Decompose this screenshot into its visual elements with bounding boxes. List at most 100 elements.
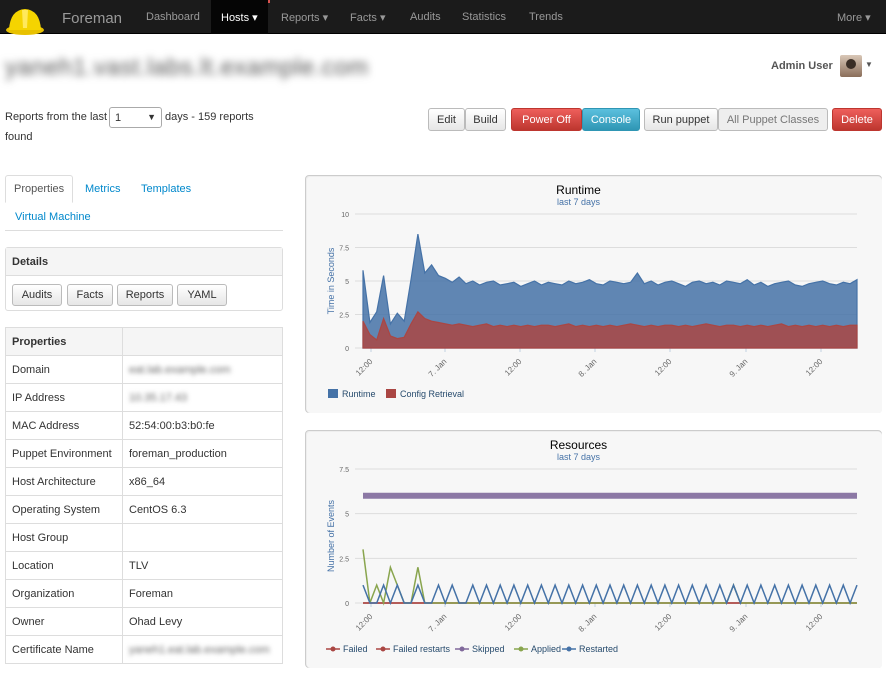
resources-chart-panel: Resources last 7 days 0 2.5 5 7.5 Number of Ev… xyxy=(305,430,882,668)
property-row: Puppet Environment foreman_production xyxy=(5,439,283,468)
property-row: IP Address 10.35.17.43 xyxy=(5,383,283,412)
property-row: Certificate Name yaneh1.eat.lab.example.c… xyxy=(5,635,283,664)
user-menu-name[interactable]: Admin User xyxy=(771,60,833,72)
property-row: Host Architecture x86_64 xyxy=(5,467,283,496)
tab-metrics[interactable]: Metrics xyxy=(85,183,120,195)
all-puppet-classes-button[interactable]: All Puppet Classes xyxy=(718,108,828,131)
property-key: Location xyxy=(5,551,123,580)
nav-hosts[interactable]: Hosts ▾ xyxy=(211,0,268,34)
power-off-button[interactable]: Power Off xyxy=(511,108,582,131)
property-value: Foreman xyxy=(122,579,283,608)
facts-button[interactable]: Facts xyxy=(67,284,113,306)
y-tick-label: 2.5 xyxy=(339,313,349,320)
chart-background xyxy=(307,432,882,668)
chart-subtitle: last 7 days xyxy=(557,197,601,207)
property-row: Owner Ohad Levy xyxy=(5,607,283,636)
nav-more[interactable]: More ▾ xyxy=(837,11,871,24)
runtime-chart-panel: Runtime last 7 days 0 2.5 5 7.5 10 Time in Seco… xyxy=(305,175,882,413)
property-row: Organization Foreman xyxy=(5,579,283,608)
tab-templates[interactable]: Templates xyxy=(141,183,191,195)
property-key: Owner xyxy=(5,607,123,636)
y-tick-label: 2.5 xyxy=(339,556,349,563)
property-value: CentOS 6.3 xyxy=(122,495,283,524)
y-tick-label: 5 xyxy=(345,279,349,286)
y-tick-label: 10 xyxy=(341,212,349,219)
legend-label: Failed xyxy=(343,644,368,654)
property-value: 52:54:00:b3:b0:fe xyxy=(122,411,283,440)
legend-label: Failed restarts xyxy=(393,644,451,654)
reports-days-select[interactable]: 1 ▼ xyxy=(109,107,162,128)
legend-marker xyxy=(459,646,465,652)
property-key: Certificate Name xyxy=(5,635,123,664)
nav-facts[interactable]: Facts ▾ xyxy=(350,11,385,24)
property-value xyxy=(122,523,283,552)
edit-button[interactable]: Edit xyxy=(428,108,465,131)
reports-found-label: found xyxy=(5,131,33,143)
select-caret-icon: ▼ xyxy=(147,112,156,122)
y-tick-label: 0 xyxy=(345,346,349,353)
user-menu-caret-icon[interactable]: ▼ xyxy=(865,60,873,69)
build-button[interactable]: Build xyxy=(465,108,506,131)
yaml-button[interactable]: YAML xyxy=(177,284,227,306)
chart-subtitle: last 7 days xyxy=(557,452,601,462)
legend-marker xyxy=(518,646,524,652)
property-row: Host Group xyxy=(5,523,283,552)
legend-label: Config Retrieval xyxy=(400,389,464,399)
runtime-chart: Runtimelast 7 days02.557.510Time in Seco… xyxy=(307,177,882,413)
chart-title: Runtime xyxy=(556,183,601,197)
nav-reports[interactable]: Reports ▾ xyxy=(281,11,328,24)
property-key: Domain xyxy=(5,355,123,384)
property-value: Ohad Levy xyxy=(122,607,283,636)
legend-label: Skipped xyxy=(472,644,505,654)
chart-title: Resources xyxy=(550,438,607,452)
tab-properties[interactable]: Properties xyxy=(5,175,74,203)
top-navbar: Foreman Dashboard Hosts ▾ Reports ▾ Fact… xyxy=(0,0,886,36)
legend-marker xyxy=(566,646,572,652)
audits-button[interactable]: Audits xyxy=(12,284,62,306)
reports-label: Reports from the last xyxy=(5,111,108,123)
reports-button[interactable]: Reports xyxy=(117,284,173,306)
properties-header-row: Properties xyxy=(5,327,283,356)
console-button[interactable]: Console xyxy=(582,108,640,131)
property-key: Operating System xyxy=(5,495,123,524)
y-tick-label: 7.5 xyxy=(339,246,349,253)
avatar[interactable] xyxy=(840,55,862,77)
y-tick-label: 7.5 xyxy=(339,467,349,474)
brand-name[interactable]: Foreman xyxy=(62,10,122,27)
properties-header-empty xyxy=(122,327,283,356)
tab-virtual-machine[interactable]: Virtual Machine xyxy=(15,211,91,223)
property-key: Host Group xyxy=(5,523,123,552)
nav-trends[interactable]: Trends xyxy=(529,11,563,23)
run-puppet-button[interactable]: Run puppet xyxy=(644,108,718,131)
property-value: foreman_production xyxy=(122,439,283,468)
property-key: Host Architecture xyxy=(5,467,123,496)
legend-label: Restarted xyxy=(579,644,618,654)
y-axis-label: Number of Events xyxy=(326,499,336,572)
property-row: MAC Address 52:54:00:b3:b0:fe xyxy=(5,411,283,440)
legend-marker xyxy=(330,646,336,652)
property-value: yaneh1.eat.lab.example.com xyxy=(122,635,283,664)
property-key: MAC Address xyxy=(5,411,123,440)
properties-title: Properties xyxy=(5,327,123,356)
property-value: eat.lab.example.com xyxy=(122,355,283,384)
properties-table: Properties Domain eat.lab.example.com IP A… xyxy=(5,327,283,664)
y-tick-label: 5 xyxy=(345,512,349,519)
nav-audits[interactable]: Audits xyxy=(410,11,441,23)
legend-label: Runtime xyxy=(342,389,376,399)
property-key: IP Address xyxy=(5,383,123,412)
nav-statistics[interactable]: Statistics xyxy=(462,11,506,23)
property-key: Organization xyxy=(5,579,123,608)
legend-label: Applied xyxy=(531,644,561,654)
delete-button[interactable]: Delete xyxy=(832,108,882,131)
nav-dashboard[interactable]: Dashboard xyxy=(146,11,200,23)
legend-marker xyxy=(380,646,386,652)
details-title: Details xyxy=(6,248,282,276)
y-tick-label: 0 xyxy=(345,601,349,608)
host-tabs: Properties Metrics Templates Virtual Mac… xyxy=(5,175,283,231)
property-value: 10.35.17.43 xyxy=(122,383,283,412)
foreman-helmet-logo[interactable] xyxy=(5,6,45,36)
details-panel: Details Audits Facts Reports YAML xyxy=(5,247,283,311)
property-value: x86_64 xyxy=(122,467,283,496)
host-title: yaneh1.vast.labs.lt.example.com xyxy=(5,54,369,81)
reports-days-value: 1 xyxy=(115,112,122,124)
